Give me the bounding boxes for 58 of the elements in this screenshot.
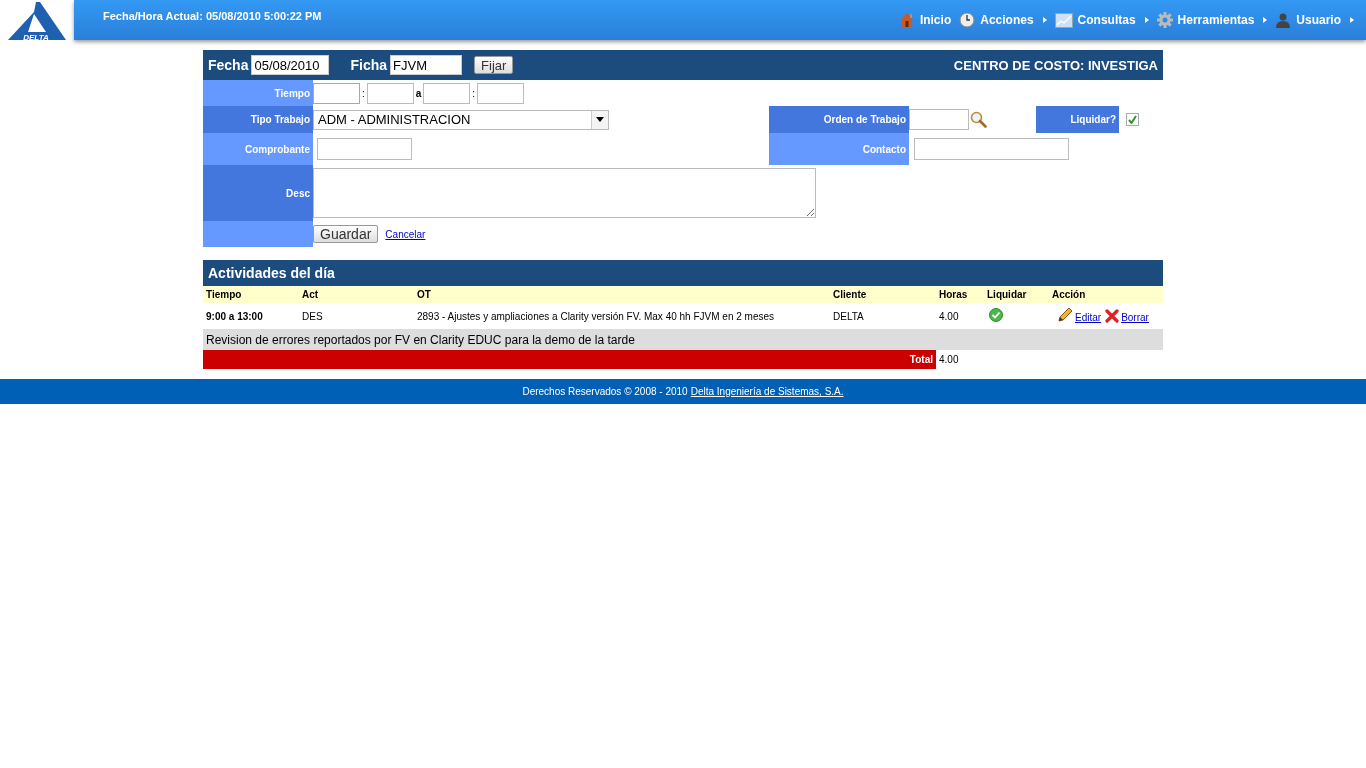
- edit-link[interactable]: Editar: [1057, 307, 1102, 323]
- delete-x-icon: [1105, 309, 1120, 323]
- work-order-field[interactable]: [909, 109, 969, 130]
- date-field[interactable]: 05/08/2010: [251, 55, 330, 75]
- comprobante-label: Comprobante: [203, 133, 313, 165]
- ficha-label: Ficha: [350, 57, 388, 73]
- column-header: OT: [414, 286, 830, 303]
- column-header: Liquidar: [984, 286, 1049, 303]
- fecha-label: Fecha: [208, 57, 249, 73]
- time-separator: :: [471, 87, 477, 99]
- time-field[interactable]: [313, 82, 360, 104]
- line-chart-icon: [1054, 12, 1073, 28]
- cost-center-title: CENTRO DE COSTO: INVESTIGA: [953, 57, 1158, 73]
- activity-description: Revision de errores reportados por FV en Clarity EDUC para la demo de la tarde: [203, 329, 1163, 350]
- table-cell: DELTA: [830, 303, 936, 329]
- house-icon: [898, 12, 915, 28]
- delete-link[interactable]: Borrar: [1105, 309, 1149, 323]
- current-datetime: Fecha/Hora Actual: 05/08/2010 5:00:22 PM: [103, 10, 322, 22]
- column-header: Acción: [1049, 286, 1163, 303]
- liquidar-checkbox[interactable]: [1126, 113, 1139, 126]
- time-range-to: a: [414, 87, 423, 99]
- total-value: 4.00: [936, 350, 1163, 369]
- pencil-icon: [1057, 307, 1073, 323]
- time-field[interactable]: [366, 82, 414, 104]
- column-header: Act: [299, 286, 414, 303]
- copyright-text: Derechos Reservados © 2008 - 2010: [522, 386, 688, 397]
- work-type-select[interactable]: ADM - ADMINISTRACION: [313, 109, 609, 130]
- orden-trabajo-label: Orden de Trabajo: [769, 106, 909, 133]
- user-icon: [1275, 12, 1292, 28]
- gear-icon: [1156, 12, 1173, 28]
- ficha-field[interactable]: FJVM: [390, 55, 463, 75]
- column-header: Tiempo: [203, 286, 299, 303]
- column-header: Horas: [936, 286, 984, 303]
- table-cell: 2893 - Ajustes y ampliaciones a Clarity versión FV. Max 40 hh FJVM en 2 meses: [414, 303, 830, 329]
- company-link[interactable]: Delta Ingeniería de Sistemas, S.A.: [690, 386, 844, 397]
- table-cell: 4.00: [936, 303, 984, 329]
- search-icon[interactable]: [970, 111, 987, 128]
- tiempo-label: Tiempo: [203, 80, 313, 106]
- column-header: Cliente: [830, 286, 936, 303]
- table-cell: DES: [299, 303, 414, 329]
- dropdown-caret-icon: [591, 110, 608, 129]
- cancelar-link[interactable]: Cancelar: [385, 228, 426, 240]
- section-title: Actividades del día: [203, 260, 1163, 286]
- description-field[interactable]: [313, 168, 816, 218]
- clock-icon: [959, 12, 976, 28]
- time-field[interactable]: [423, 82, 471, 104]
- comprobante-field[interactable]: [317, 138, 412, 160]
- guardar-button[interactable]: Guardar: [313, 225, 379, 243]
- contacto-label: Contacto: [769, 133, 909, 165]
- table-cell: 9:00 a 13:00: [203, 303, 299, 329]
- tipo-trabajo-label: Tipo Trabajo: [203, 106, 313, 133]
- time-field[interactable]: [477, 82, 525, 104]
- liquidar-label: Liquidar?: [1036, 106, 1119, 133]
- fijar-button[interactable]: Fijar: [474, 56, 514, 74]
- time-separator: :: [361, 87, 366, 99]
- total-label: Total: [203, 350, 936, 369]
- desc-label: Desc: [203, 165, 313, 221]
- contact-field[interactable]: [914, 138, 1069, 160]
